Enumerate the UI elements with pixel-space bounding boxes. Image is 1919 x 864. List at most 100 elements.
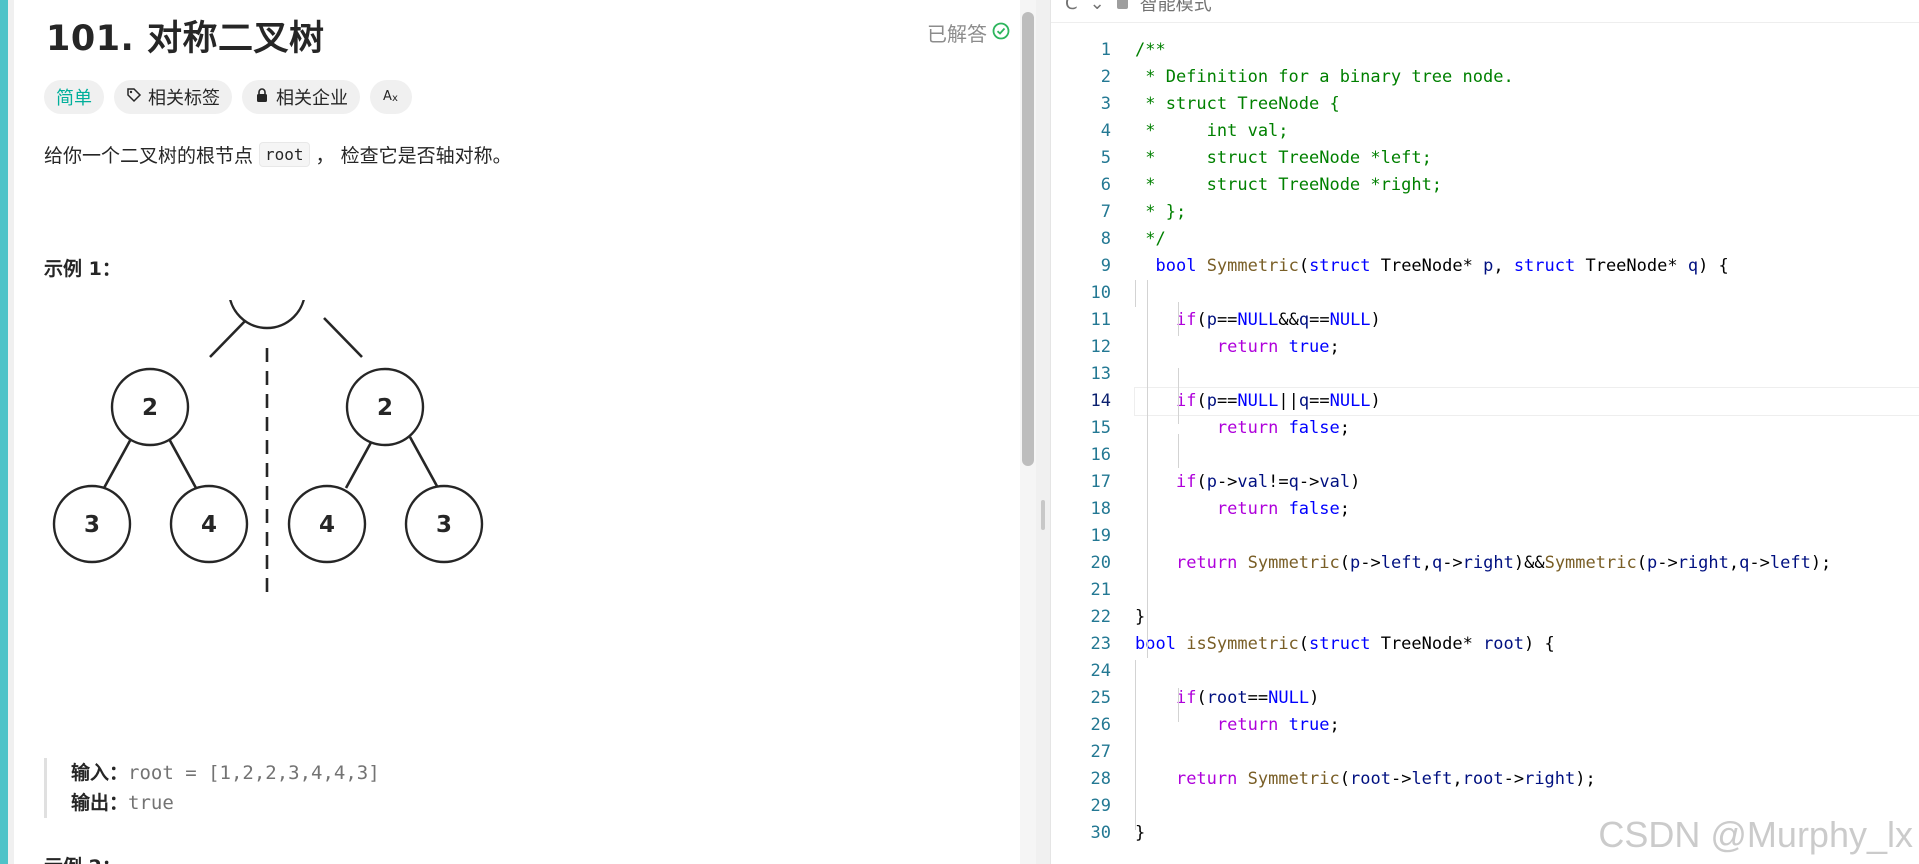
indent-guide — [1178, 368, 1179, 424]
code-token: -> — [1442, 553, 1463, 573]
code-token: ); — [1575, 769, 1596, 789]
code-line[interactable]: return false; — [1135, 415, 1919, 442]
code-line[interactable]: bool isSymmetric(struct TreeNode* root) … — [1135, 631, 1919, 658]
code-line[interactable] — [1135, 523, 1919, 550]
code-token: == — [1216, 310, 1238, 330]
output-value: true — [128, 792, 174, 814]
code-line[interactable]: * Definition for a binary tree node. — [1135, 64, 1919, 91]
code-token: == — [1247, 688, 1269, 708]
tree-node: 3 — [52, 484, 132, 564]
code-line[interactable] — [1135, 577, 1919, 604]
line-number: 8 — [1100, 229, 1111, 249]
drag-handle-icon[interactable] — [1041, 500, 1045, 530]
code-token: return — [1175, 769, 1238, 789]
code-line[interactable]: * struct TreeNode *left; — [1135, 145, 1919, 172]
code-line[interactable] — [1135, 361, 1919, 388]
line-number: 25 — [1090, 688, 1111, 708]
code-line[interactable] — [1135, 658, 1919, 685]
code-token: q — [1298, 391, 1310, 411]
code-token: } — [1135, 607, 1146, 627]
code-line[interactable]: return true; — [1135, 712, 1919, 739]
code-token: q — [1687, 256, 1699, 276]
code-token: != — [1268, 472, 1289, 492]
code-token: -> — [1360, 553, 1381, 573]
code-token: if — [1175, 688, 1197, 708]
code-token: ( — [1196, 391, 1207, 411]
code-token: ) { — [1698, 256, 1729, 276]
code-line[interactable]: * struct TreeNode { — [1135, 91, 1919, 118]
code-token: == — [1309, 391, 1330, 411]
code-token: TreeNode* — [1370, 256, 1484, 276]
related-tags-button[interactable]: 相关标签 — [114, 80, 232, 114]
code-line[interactable]: * int val; — [1135, 118, 1919, 145]
code-lines[interactable]: /** * Definition for a binary tree node.… — [1134, 37, 1919, 847]
code-line[interactable]: * struct TreeNode *right; — [1135, 172, 1919, 199]
code-line[interactable]: return Symmetric(p->left,q->right)&&Symm… — [1135, 550, 1919, 577]
difficulty-tag[interactable]: 简单 — [44, 80, 104, 114]
code-token: -> — [1657, 553, 1678, 573]
code-token: ( — [1636, 553, 1647, 573]
code-token: p — [1206, 472, 1217, 492]
code-line[interactable]: * }; — [1135, 199, 1919, 226]
line-number: 4 — [1100, 121, 1111, 141]
code-token: ) — [1309, 688, 1320, 708]
code-line[interactable]: return true; — [1135, 334, 1919, 361]
panel-divider[interactable] — [1036, 0, 1050, 864]
line-number: 10 — [1090, 283, 1111, 303]
code-line[interactable] — [1135, 280, 1919, 307]
tree-node-label: 3 — [436, 512, 452, 538]
problem-scrollbar-thumb[interactable] — [1022, 12, 1034, 466]
code-line[interactable]: if(p==NULL||q==NULL) — [1134, 387, 1919, 416]
output-label: 输出： — [71, 792, 129, 814]
related-companies-button[interactable]: 相关企业 — [242, 80, 360, 114]
code-token: q — [1739, 553, 1750, 573]
description-code: root — [259, 142, 310, 167]
line-number: 30 — [1090, 823, 1111, 843]
code-token: left — [1380, 553, 1422, 573]
chevron-down-icon[interactable]: ⌄ — [1090, 0, 1105, 14]
code-line[interactable]: return Symmetric(root->left,root->right)… — [1135, 766, 1919, 793]
code-token: -> — [1749, 553, 1770, 573]
code-token: )&& — [1513, 553, 1545, 573]
line-number: 22 — [1090, 607, 1111, 627]
svg-text:x: x — [392, 93, 398, 103]
language-select[interactable]: C — [1065, 0, 1078, 14]
input-value: root = [1,2,2,3,4,4,3] — [128, 762, 380, 784]
code-line[interactable]: */ — [1135, 226, 1919, 253]
code-token: ) { — [1524, 634, 1555, 654]
problem-panel: 101. 对称二叉树 已解答 简单 相关标签 相关企业 Ax 给你一个二叉树的根… — [14, 0, 1020, 864]
line-number: 28 — [1090, 769, 1111, 789]
indent-guide — [1135, 660, 1136, 830]
line-number: 26 — [1090, 715, 1111, 735]
line-number-gutter: 1 2 3 4 5 6 7 8 9 10 11 12 13 14 15 16 17 18 19 20 21 22 23 24 2… — [1051, 37, 1111, 847]
input-label: 输入： — [71, 762, 129, 784]
code-token: struct — [1309, 634, 1371, 654]
code-token: return — [1216, 715, 1279, 735]
code-token: ; — [1329, 337, 1340, 357]
code-line[interactable]: bool Symmetric(struct TreeNode* p, struc… — [1135, 253, 1919, 280]
translate-button[interactable]: Ax — [370, 80, 412, 114]
tree-node: 2 — [110, 367, 190, 447]
solved-status: 已解答 — [927, 18, 1010, 47]
svg-text:A: A — [383, 89, 392, 103]
watermark: CSDN @Murphy_lx — [1598, 814, 1913, 855]
tree-node-label: 2 — [377, 395, 393, 421]
code-line[interactable]: } — [1135, 604, 1919, 631]
code-token: p — [1350, 553, 1361, 573]
code-token: val — [1237, 472, 1269, 492]
line-number: 24 — [1090, 661, 1111, 681]
code-token: right — [1677, 553, 1729, 573]
tree-node: 1 — [229, 300, 305, 330]
code-line[interactable]: return false; — [1135, 496, 1919, 523]
code-line[interactable] — [1135, 739, 1919, 766]
code-line[interactable] — [1135, 442, 1919, 469]
code-line[interactable]: /** — [1135, 37, 1919, 64]
code-editor[interactable]: C ⌄ 智能模式 1 2 3 4 5 6 7 8 9 10 11 12 13 14 15 16 17 18 19 20… — [1050, 0, 1919, 864]
code-line[interactable]: if(root==NULL) — [1135, 685, 1919, 712]
mode-label[interactable]: 智能模式 — [1140, 0, 1212, 16]
tag-row: 简单 相关标签 相关企业 Ax — [44, 80, 412, 114]
code-line[interactable]: if(p==NULL&&q==NULL) — [1135, 307, 1919, 334]
code-line[interactable]: if(p->val!=q->val) — [1135, 469, 1919, 496]
